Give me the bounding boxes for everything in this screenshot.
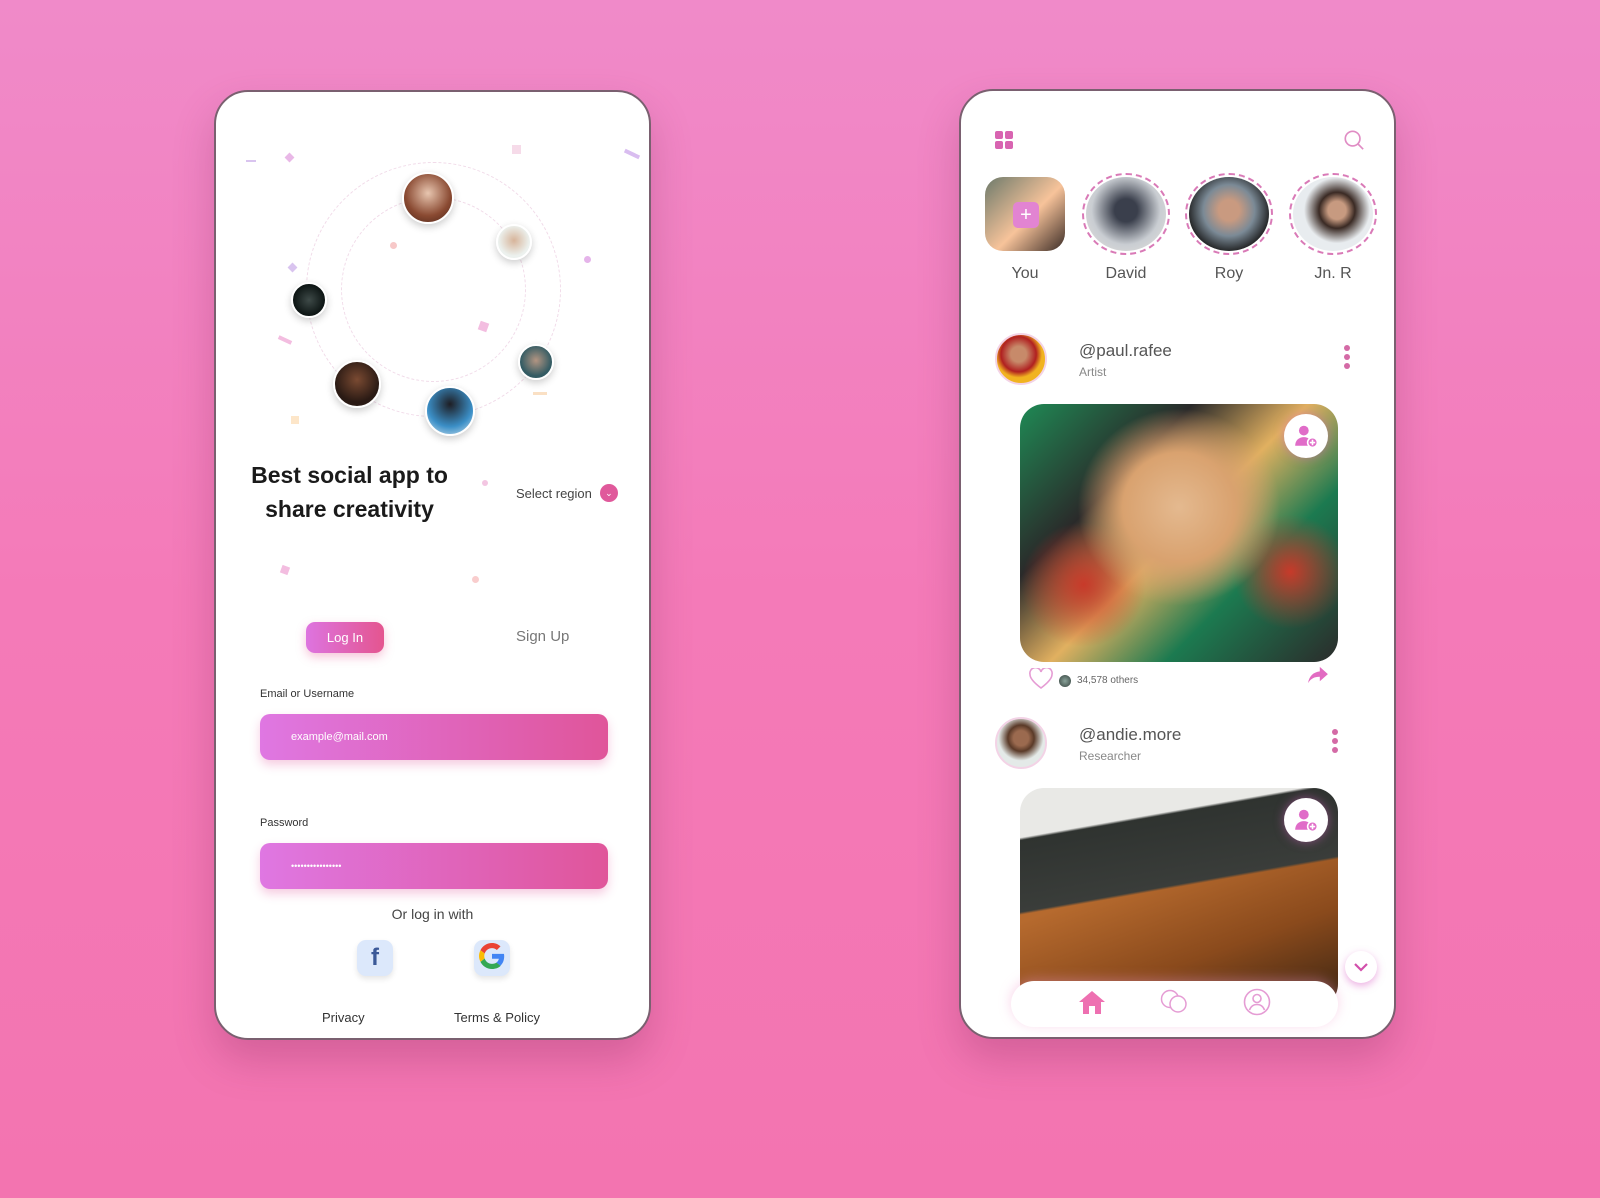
feed-screen: + You David Roy Jn. R @paul.rafee Artist… xyxy=(959,89,1396,1039)
confetti xyxy=(284,152,295,163)
follow-user-button[interactable] xyxy=(1284,414,1328,458)
post-avatar[interactable] xyxy=(995,333,1047,385)
login-screen: Best social app to share creativity Sele… xyxy=(214,90,651,1040)
confetti xyxy=(512,145,521,154)
post-image-desk[interactable] xyxy=(1020,788,1338,1008)
chevron-down-icon[interactable]: ⌄ xyxy=(599,484,618,502)
email-label: Email or Username xyxy=(260,688,355,700)
tab-signup[interactable]: Sign Up xyxy=(516,628,569,645)
chevron-down-icon xyxy=(1354,963,1368,972)
email-field[interactable]: example@mail.com xyxy=(260,714,608,760)
confetti xyxy=(291,416,299,424)
post-role: Artist xyxy=(1079,365,1107,379)
share-icon[interactable] xyxy=(1307,666,1329,689)
add-user-icon xyxy=(1295,809,1319,833)
search-icon[interactable] xyxy=(1343,129,1365,156)
confetti xyxy=(472,576,479,583)
headline: Best social app to share creativity xyxy=(251,462,448,522)
facebook-login-button[interactable]: f xyxy=(357,940,393,976)
like-heart-icon[interactable] xyxy=(1029,666,1053,693)
google-login-button[interactable] xyxy=(474,940,510,976)
add-story-icon[interactable]: + xyxy=(1013,202,1039,228)
post-handle[interactable]: @andie.more xyxy=(1079,725,1181,745)
post-role: Researcher xyxy=(1079,749,1142,763)
story-name: Jn. R xyxy=(1314,265,1352,282)
password-label: Password xyxy=(260,817,309,829)
decorative-orbit-inner xyxy=(341,197,526,382)
tab-login[interactable]: Log In xyxy=(306,622,384,653)
confetti xyxy=(279,564,291,576)
post-header: @paul.rafee Artist xyxy=(995,333,1365,393)
avatar xyxy=(518,344,554,380)
select-region[interactable]: Select region ⌄ xyxy=(516,484,618,502)
add-user-icon xyxy=(1295,425,1319,449)
story-avatar xyxy=(1185,173,1273,255)
follow-user-button[interactable] xyxy=(1284,798,1328,842)
avatar xyxy=(333,360,381,408)
more-options-icon[interactable] xyxy=(1337,341,1357,373)
avatar xyxy=(496,224,532,260)
story-you[interactable]: + You xyxy=(983,177,1067,283)
post-image-graffiti[interactable] xyxy=(1020,404,1338,662)
story-avatar: + xyxy=(985,177,1065,251)
nav-home-icon[interactable] xyxy=(1078,989,1106,1020)
terms-link[interactable]: Terms & Policy xyxy=(454,1010,540,1025)
or-login-with: Or log in with xyxy=(391,906,474,922)
post-header: @andie.more Researcher xyxy=(995,717,1365,777)
post-avatar[interactable] xyxy=(995,717,1047,769)
story-jn-r[interactable]: Jn. R xyxy=(1289,173,1377,283)
confetti xyxy=(287,262,298,273)
password-field[interactable]: •••••••••••••••• xyxy=(260,843,608,889)
confetti xyxy=(623,148,641,160)
privacy-link[interactable]: Privacy xyxy=(322,1010,365,1025)
likes-row: 34,578 others xyxy=(1029,666,1139,693)
more-options-icon[interactable] xyxy=(1325,725,1345,757)
confetti xyxy=(246,160,256,162)
post-handle[interactable]: @paul.rafee xyxy=(1079,341,1172,361)
confetti xyxy=(390,242,397,249)
confetti xyxy=(533,392,547,395)
google-icon xyxy=(479,942,505,974)
confetti xyxy=(277,335,293,345)
story-name: David xyxy=(1105,265,1147,282)
likes-count: 34,578 others xyxy=(1077,675,1139,686)
liker-avatar xyxy=(1059,674,1071,687)
bottom-nav xyxy=(1011,981,1338,1027)
select-region-label: Select region xyxy=(516,485,592,501)
nav-profile-icon[interactable] xyxy=(1243,988,1271,1021)
story-avatar xyxy=(1289,173,1377,255)
scroll-down-button[interactable] xyxy=(1345,951,1377,983)
story-name: You xyxy=(1011,265,1039,282)
story-david[interactable]: David xyxy=(1082,173,1170,283)
avatar xyxy=(425,386,475,436)
story-name: Roy xyxy=(1214,265,1244,282)
menu-grid-icon[interactable] xyxy=(995,131,1013,149)
story-roy[interactable]: Roy xyxy=(1185,173,1273,283)
nav-chat-icon[interactable] xyxy=(1159,989,1189,1020)
confetti xyxy=(482,480,488,486)
facebook-icon: f xyxy=(371,944,379,971)
confetti xyxy=(584,256,591,263)
avatar xyxy=(291,282,327,318)
avatar xyxy=(402,172,454,224)
story-avatar xyxy=(1082,173,1170,255)
